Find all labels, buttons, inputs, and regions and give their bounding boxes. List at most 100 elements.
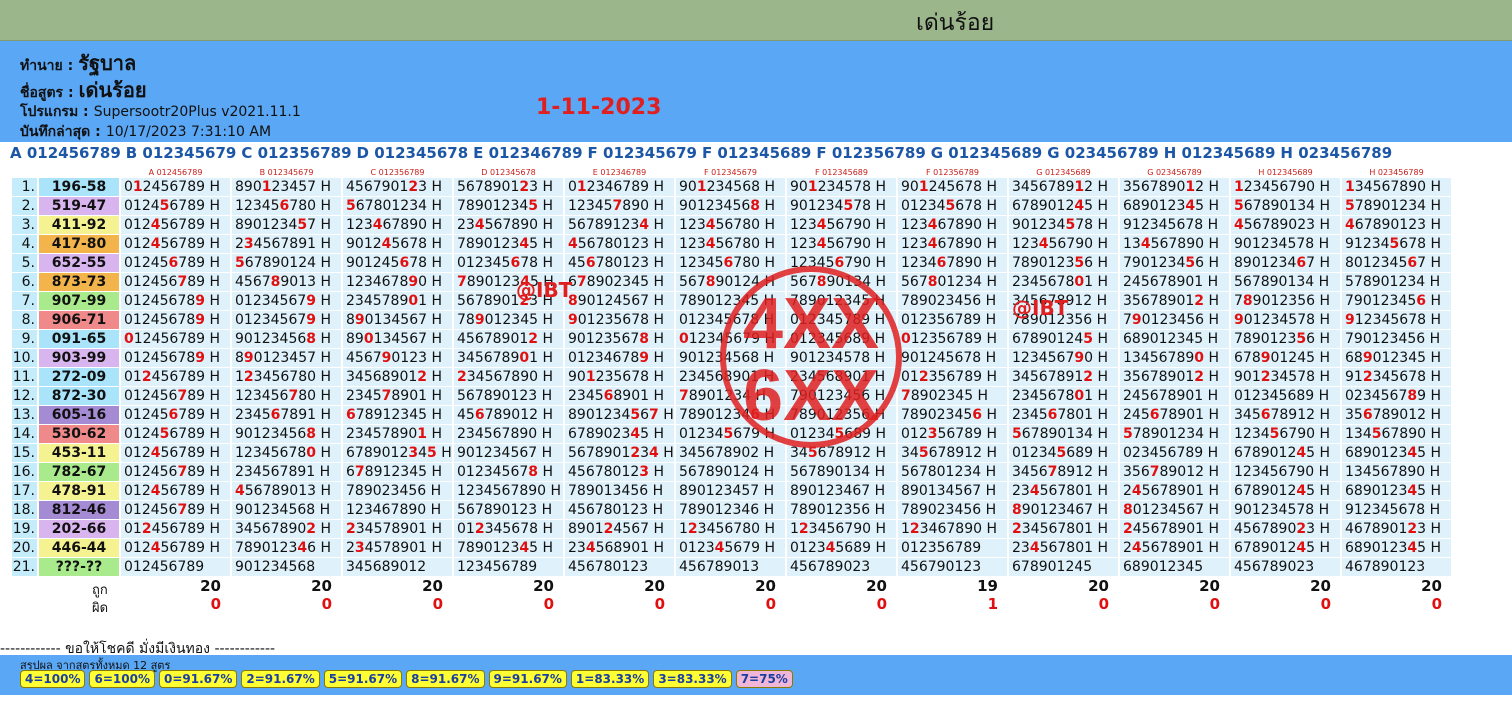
formula-cell: 689012345 H	[1120, 197, 1229, 215]
formula-cell: 012456789 H	[121, 501, 230, 519]
hit-count: 20	[866, 577, 887, 595]
saved-row: บันทึกล่าสุด : 10/17/2023 7:31:10 AM	[20, 121, 271, 143]
formula-cell: 456780123 H	[565, 501, 674, 519]
formula-header: F 012345679	[587, 144, 697, 162]
watermark-text: @IBT	[1012, 296, 1069, 320]
hit-digit: 9	[639, 350, 650, 366]
hit-digit: 7	[288, 388, 299, 404]
hit-digit: 0	[408, 293, 419, 309]
table-row: 19. 202-66 012456789 H 345678902 H 234578901…	[12, 520, 1451, 538]
formula-cell: 012456789 H	[121, 444, 230, 462]
formula-cell: 8901234567 H	[565, 406, 674, 424]
formula-cell: 678912345 H	[343, 406, 452, 424]
formula-cell: 901245678 H	[898, 178, 1007, 196]
formula-subheader: A 012456789	[148, 167, 203, 177]
hit-digit: 4	[372, 217, 383, 233]
formula-cell: 567890123 H	[454, 501, 563, 519]
hit-digit: 4	[630, 426, 641, 442]
formula-cell: 456790123	[898, 558, 1007, 576]
formula-subheader: H 012345689	[1258, 167, 1313, 177]
formula-cell: 678901245	[1009, 558, 1118, 576]
formula-cell: 789012345 H	[454, 539, 563, 557]
formula-cell: 123456780 H	[676, 235, 785, 253]
formula-cell: 123456789	[454, 558, 563, 576]
formula-cell: 901245678 H	[343, 235, 452, 253]
hit-digit: 6	[1407, 255, 1418, 271]
hit-digit: 4	[649, 445, 659, 461]
formula-cell: 123456790 H	[1231, 425, 1340, 443]
hit-digit: 4	[639, 217, 650, 233]
table-row: 3. 411-92 012456789 H 890123457 H 123467890 …	[12, 216, 1451, 234]
draw-date: 1-11-2023	[536, 95, 662, 120]
hit-digit: 4	[1234, 217, 1244, 233]
formula-cell: 578901234 H	[1342, 197, 1451, 215]
hit-digit: 9	[408, 274, 419, 290]
formula-cell: 912345678 H	[1120, 216, 1229, 234]
formula-cell: 234567801 H	[1009, 539, 1118, 557]
formula-cell: 901235678 H	[565, 368, 674, 386]
hit-digit: 3	[243, 236, 254, 252]
formula-cell: 567801234 H	[898, 273, 1007, 291]
formula-cell: 678912345 H	[343, 463, 452, 481]
hit-digit: 1	[918, 179, 929, 195]
hit-digit: 8	[750, 198, 761, 214]
hit-digit: 7	[177, 274, 188, 290]
formula-cell: 789023456 H	[343, 482, 452, 500]
formula-cell: 356789012 H	[1120, 463, 1229, 481]
formula-cell: 012456789 H	[121, 330, 230, 348]
formula-cell: 789012345 H	[454, 197, 563, 215]
hit-digit: 5	[1012, 426, 1022, 442]
hit-digit: 5	[630, 407, 641, 423]
hit-digit: 8	[1407, 388, 1418, 404]
formula-cell: 567801234 H	[343, 197, 452, 215]
result-number: 812-46	[39, 501, 119, 519]
row-index: 13.	[12, 406, 37, 424]
formula-cell: 689012345 H	[1342, 539, 1451, 557]
formula-cell: 901234567 H	[454, 444, 563, 462]
hit-count: 20	[422, 577, 443, 595]
result-number: 903-99	[39, 349, 119, 367]
hit-digit: 7	[177, 388, 188, 404]
hit-digit: 4	[150, 483, 161, 499]
formula-cell: 123456780 H	[232, 444, 341, 462]
formula-cell: 678902345 H	[565, 273, 674, 291]
hit-digit: 5	[1345, 198, 1355, 214]
formula-cell: 012456789 H	[121, 235, 230, 253]
hit-digit: 4	[714, 540, 725, 556]
summary-chip: 4=100%	[20, 670, 86, 688]
row-index: 14.	[12, 425, 37, 443]
formula-cell: 789012346 H	[676, 501, 785, 519]
formula-cell: 012456789	[121, 558, 230, 576]
hit-digit: 7	[457, 274, 467, 290]
formula-header: D 012345678	[356, 144, 469, 162]
hit-count: 20	[1199, 577, 1220, 595]
formula-cell: 345678901 H	[454, 349, 563, 367]
formula-cell: 134567890 H	[1120, 349, 1229, 367]
formula-cell: 012345678 H	[454, 463, 563, 481]
formula-cell: 789012345 H	[454, 235, 563, 253]
formula-cell: 901234578 H	[1231, 368, 1340, 386]
hit-count: 20	[755, 577, 776, 595]
formula-cell: 012456789 H	[121, 349, 230, 367]
formula-cell: 901234568 H	[676, 197, 785, 215]
hit-digit: 4	[585, 540, 596, 556]
formula-cell: 901234578 H	[1231, 311, 1340, 329]
formula-cell: 234567801 H	[1009, 482, 1118, 500]
row-index: 1.	[12, 178, 37, 196]
formula-cell: 578901234 H	[1120, 425, 1229, 443]
row-index: 12.	[12, 387, 37, 405]
hit-digit: 9	[568, 312, 578, 328]
formula-cell: 901235678 H	[565, 330, 674, 348]
formula-cell: 234568901 H	[565, 539, 674, 557]
hit-digit: 6	[936, 255, 947, 271]
formula-cell: 012456789 H	[121, 273, 230, 291]
result-number: ???-??	[39, 558, 119, 576]
hit-digit: 1	[1074, 179, 1085, 195]
formula-cell: 456789023 H	[1231, 520, 1340, 538]
hit-digit: 8	[1123, 502, 1133, 518]
hit-digit: 4	[381, 236, 392, 252]
hit-digit: 0	[363, 331, 374, 347]
formula-cell: 012346789 H	[565, 178, 674, 196]
saved-label: บันทึกล่าสุด :	[20, 124, 101, 140]
table-row: 21. ???-?? 012456789 901234568 345689012 1234…	[12, 558, 1451, 576]
